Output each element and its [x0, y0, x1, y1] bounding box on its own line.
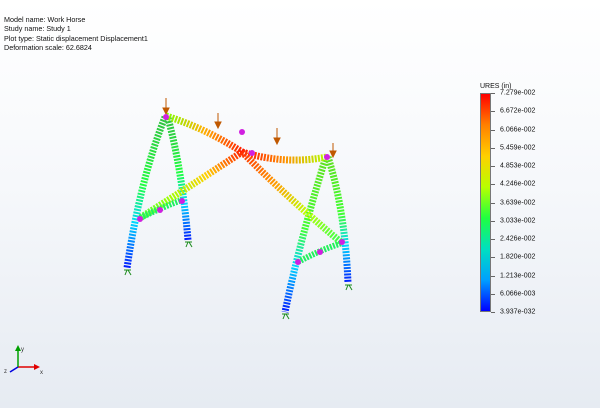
right-front-leg-member[interactable] — [281, 158, 329, 313]
legend-tick — [491, 220, 495, 222]
legend-value-label: 5.459e-002 — [500, 144, 536, 152]
legend-value-label: 1.820e-002 — [500, 253, 536, 261]
left-front-leg-member[interactable] — [164, 117, 192, 241]
legend-value-label: 7.279e-002 — [500, 89, 536, 97]
legend-tick — [491, 147, 495, 149]
legend-value-label: 3.937e-032 — [500, 308, 536, 316]
legend-value-label: 4.246e-002 — [500, 180, 536, 188]
legend-tick — [491, 293, 495, 295]
triad-y-label: y — [21, 347, 24, 353]
legend-tick — [491, 111, 495, 113]
legend-value-label: 1.213e-002 — [500, 272, 536, 279]
legend-tick — [491, 257, 495, 259]
legend-tick — [491, 202, 495, 204]
triad-x-label: x — [40, 370, 43, 375]
legend-tick — [491, 166, 495, 167]
legend-value-label: 4.853e-002 — [500, 162, 536, 170]
legend-tick — [491, 93, 495, 94]
connector-sphere-icon — [137, 114, 345, 265]
legend-tick — [491, 239, 495, 240]
legend-value-label: 6.066e-002 — [500, 126, 536, 133]
triad-icon: x y z — [4, 345, 43, 375]
legend-value-label: 6.066e-003 — [500, 290, 536, 298]
legend-value-label: 2.426e-002 — [500, 235, 536, 243]
legend-tick — [491, 184, 495, 186]
legend-value-label: 6.672e-002 — [500, 107, 536, 115]
legend-color-bar — [480, 93, 491, 312]
graphics-viewport[interactable]: Model name: Work Horse Study name: Study… — [0, 0, 600, 408]
legend-value-label: 3.639e-002 — [500, 199, 536, 206]
triad-z-label: z — [4, 369, 7, 375]
legend-tick — [491, 129, 495, 131]
left-back-leg-member[interactable] — [123, 115, 169, 269]
legend-tick — [491, 275, 495, 277]
right-back-leg-member[interactable] — [324, 155, 352, 284]
legend-tick — [491, 312, 495, 313]
legend-value-label: 3.033e-002 — [500, 217, 536, 225]
